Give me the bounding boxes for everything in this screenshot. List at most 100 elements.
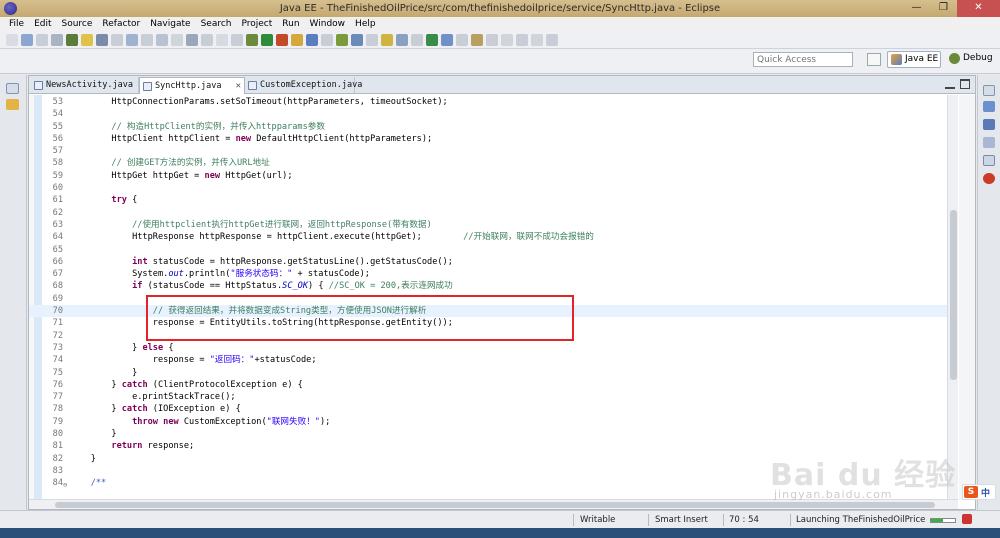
fold-icon[interactable]: ⊖ <box>63 479 67 491</box>
code-line[interactable]: 82 } <box>29 453 947 465</box>
minimize-editor-icon[interactable] <box>945 79 955 89</box>
menu-refactor[interactable]: Refactor <box>97 17 145 31</box>
perspective-javaee[interactable]: Java EE <box>887 51 941 68</box>
toolbar-action-icon[interactable] <box>35 33 48 46</box>
toolbar-action-icon[interactable] <box>455 33 468 46</box>
toolbar-action-icon[interactable] <box>125 33 138 46</box>
menu-search[interactable]: Search <box>196 17 237 31</box>
code-line[interactable]: 59 HttpGet httpGet = new HttpGet(url); <box>29 170 947 182</box>
tab-customexception[interactable]: CustomException.java <box>245 77 362 94</box>
toolbar-action-icon[interactable] <box>185 33 198 46</box>
code-line[interactable]: 58 // 创建GET方法的实例，并传入URL地址 <box>29 157 947 169</box>
toolbar-action-icon[interactable] <box>230 33 243 46</box>
toolbar-action-icon[interactable] <box>275 33 288 46</box>
code-line[interactable]: 79 throw new CustomException("联网失败！"); <box>29 416 947 428</box>
code-line[interactable]: 53 HttpConnectionParams.setSoTimeout(htt… <box>29 96 947 108</box>
toolbar-action-icon[interactable] <box>155 33 168 46</box>
markers-icon[interactable] <box>983 137 995 148</box>
toolbar-action-icon[interactable] <box>515 33 528 46</box>
code-line[interactable]: 68 if (statusCode == HttpStatus.SC_OK) {… <box>29 280 947 292</box>
toolbar-action-icon[interactable] <box>410 33 423 46</box>
close-tab-icon[interactable]: ✕ <box>236 78 241 94</box>
toolbar-action-icon[interactable] <box>395 33 408 46</box>
toolbar-action-icon[interactable] <box>530 33 543 46</box>
restore-view-icon[interactable] <box>983 85 995 96</box>
quick-access-input[interactable] <box>753 52 853 67</box>
ime-indicator[interactable]: S 中 <box>962 484 996 500</box>
code-line[interactable]: 80 } <box>29 428 947 440</box>
code-line[interactable]: 61 try { <box>29 194 947 206</box>
code-line[interactable]: 60 <box>29 182 947 194</box>
code-line[interactable]: 67 System.out.println("服务状态码：" + statusC… <box>29 268 947 280</box>
toolbar-action-icon[interactable] <box>470 33 483 46</box>
toolbar-action-icon[interactable] <box>350 33 363 46</box>
task-list-icon[interactable] <box>983 119 995 130</box>
menu-project[interactable]: Project <box>236 17 277 31</box>
code-line[interactable]: 64 HttpResponse httpResponse = httpClien… <box>29 231 947 243</box>
toolbar-action-icon[interactable] <box>110 33 123 46</box>
horizontal-scrollbar[interactable] <box>29 499 958 509</box>
toolbar-action-icon[interactable] <box>290 33 303 46</box>
outline-icon[interactable] <box>983 101 995 112</box>
code-line[interactable]: 74 response = "返回码："+statusCode; <box>29 354 947 366</box>
toolbar-action-icon[interactable] <box>215 33 228 46</box>
code-line[interactable]: 56 HttpClient httpClient = new DefaultHt… <box>29 133 947 145</box>
code-line[interactable]: 76 } catch (ClientProtocolException e) { <box>29 379 947 391</box>
progress-bar[interactable] <box>930 518 956 523</box>
toolbar-action-icon[interactable] <box>320 33 333 46</box>
toolbar-action-icon[interactable] <box>365 33 378 46</box>
toolbar-action-icon[interactable] <box>65 33 78 46</box>
toolbar-action-icon[interactable] <box>80 33 93 46</box>
menu-help[interactable]: Help <box>350 17 381 31</box>
stop-icon[interactable] <box>962 514 972 524</box>
servers-icon[interactable] <box>983 173 995 184</box>
close-button[interactable]: ✕ <box>957 0 1000 17</box>
toolbar-action-icon[interactable] <box>95 33 108 46</box>
code-line[interactable]: 66 int statusCode = httpResponse.getStat… <box>29 256 947 268</box>
menu-window[interactable]: Window <box>305 17 351 31</box>
code-line[interactable]: 65 <box>29 244 947 256</box>
code-line[interactable]: 54 <box>29 108 947 120</box>
code-line[interactable]: 81 return response; <box>29 440 947 452</box>
minimize-button[interactable]: — <box>903 0 930 17</box>
toolbar-action-icon[interactable] <box>245 33 258 46</box>
vertical-scrollbar[interactable] <box>947 95 958 500</box>
code-line[interactable]: 63 //使用httpclient执行httpGet进行联网，返回httpRes… <box>29 219 947 231</box>
open-perspective-icon[interactable] <box>867 53 881 66</box>
menu-source[interactable]: Source <box>57 17 98 31</box>
toolbar-action-icon[interactable] <box>440 33 453 46</box>
horizontal-scroll-thumb[interactable] <box>55 502 935 508</box>
toolbar-action-icon[interactable] <box>425 33 438 46</box>
menu-navigate[interactable]: Navigate <box>145 17 195 31</box>
maximize-editor-icon[interactable] <box>960 79 970 89</box>
maximize-button[interactable]: ❐ <box>930 0 957 17</box>
toolbar-action-icon[interactable] <box>500 33 513 46</box>
menu-edit[interactable]: Edit <box>29 17 56 31</box>
toolbar-action-icon[interactable] <box>545 33 558 46</box>
toolbar-action-icon[interactable] <box>20 33 33 46</box>
tab-synchttp[interactable]: SyncHttp.java ✕ <box>139 77 245 94</box>
code-line[interactable]: 75 } <box>29 367 947 379</box>
project-explorer-icon[interactable] <box>6 99 19 110</box>
toolbar-action-icon[interactable] <box>485 33 498 46</box>
code-line[interactable]: 62 <box>29 207 947 219</box>
code-line[interactable]: 78 } catch (IOException e) { <box>29 403 947 415</box>
code-line[interactable]: 83 <box>29 465 947 477</box>
code-line[interactable]: 77 e.printStackTrace(); <box>29 391 947 403</box>
menu-run[interactable]: Run <box>277 17 304 31</box>
toolbar-action-icon[interactable] <box>170 33 183 46</box>
code-line[interactable]: 57 <box>29 145 947 157</box>
toolbar-action-icon[interactable] <box>380 33 393 46</box>
toolbar-action-icon[interactable] <box>200 33 213 46</box>
code-line[interactable]: 55 // 构造HttpClient的实例，并传入httpparams参数 <box>29 121 947 133</box>
code-line[interactable]: 73 } else { <box>29 342 947 354</box>
console-icon[interactable] <box>983 155 995 166</box>
code-line[interactable]: 84 ⊖ /** <box>29 477 947 489</box>
menu-file[interactable]: File <box>4 17 29 31</box>
restore-view-icon[interactable] <box>6 83 19 94</box>
tab-newsactivity[interactable]: NewsActivity.java <box>31 77 139 94</box>
toolbar-action-icon[interactable] <box>335 33 348 46</box>
toolbar-action-icon[interactable] <box>260 33 273 46</box>
vertical-scroll-thumb[interactable] <box>950 210 957 380</box>
overview-ruler[interactable] <box>959 95 975 500</box>
